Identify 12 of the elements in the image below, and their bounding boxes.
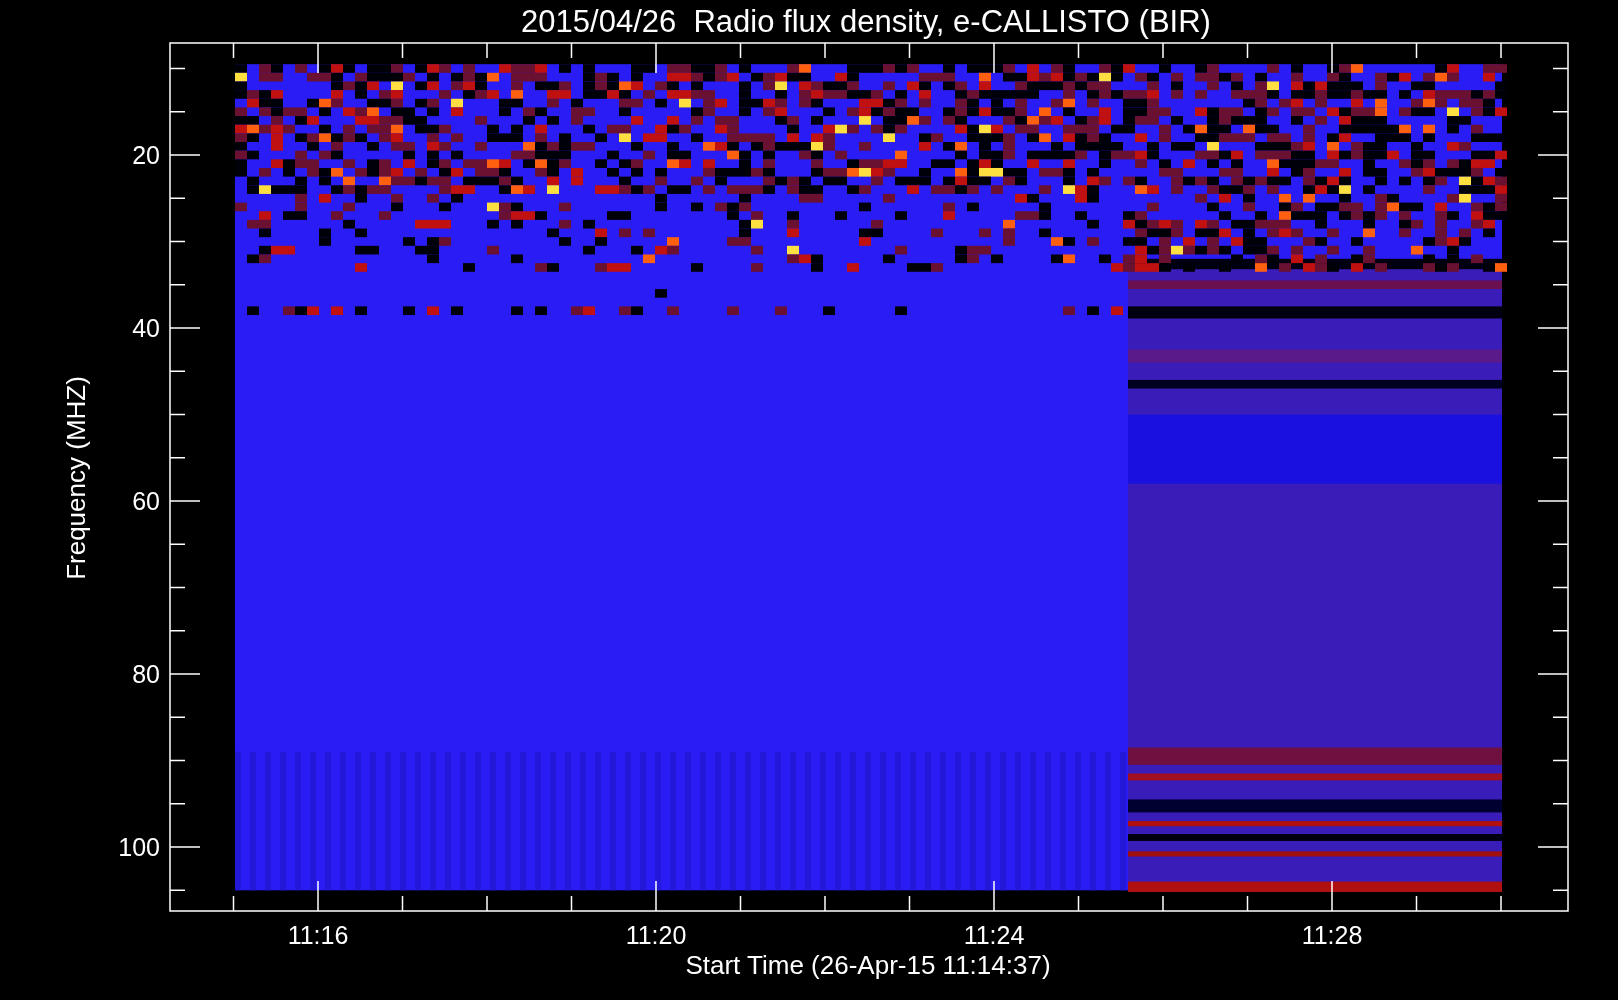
tick-label: 11:16 <box>287 921 349 949</box>
tick-label: 100 <box>118 833 160 861</box>
tick-label: 11:24 <box>963 921 1025 949</box>
tick-label: 40 <box>132 314 160 342</box>
tick-label: 60 <box>132 487 160 515</box>
tick-label: 11:20 <box>625 921 687 949</box>
plot-title: 2015/04/26 Radio flux density, e-CALLISTO (BIR) <box>521 4 1211 39</box>
tick-label: 20 <box>132 141 160 169</box>
tick-label: 11:28 <box>1301 921 1363 949</box>
axis-label: Start Time (26-Apr-15 11:14:37) <box>685 950 1051 980</box>
tick-label: 80 <box>132 660 160 688</box>
axis-label: Frequency (MHZ) <box>61 376 91 580</box>
